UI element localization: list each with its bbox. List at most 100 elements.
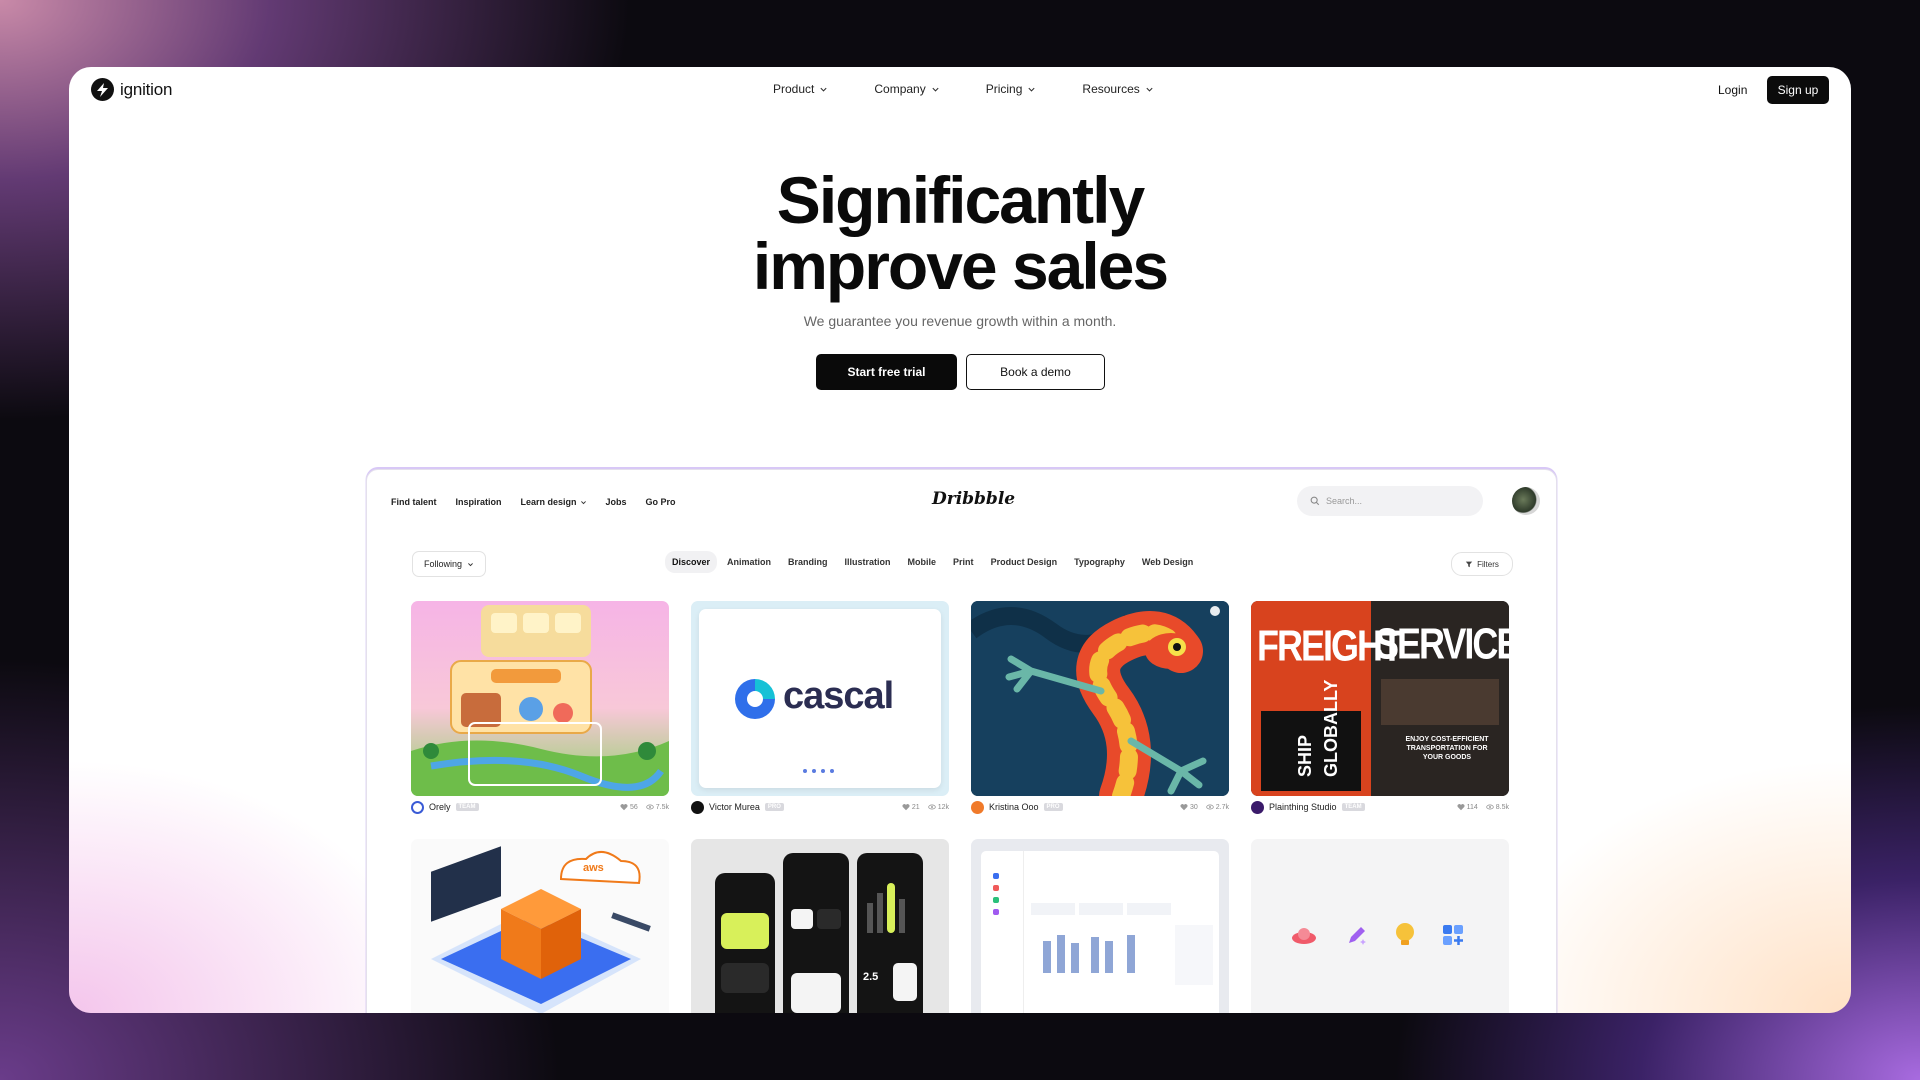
poster-services-text: SERVICES — [1375, 619, 1509, 669]
pro-badge: PRO — [1043, 803, 1063, 811]
nav-company-label: Company — [874, 82, 926, 96]
author-avatar[interactable] — [971, 800, 984, 814]
nav-pricing[interactable]: Pricing — [986, 82, 1037, 96]
brand-name: ignition — [120, 79, 173, 99]
likes[interactable]: 30 — [1180, 803, 1198, 811]
shot-card-dashboard[interactable] — [971, 839, 1229, 1013]
cascal-wordmark: cascal — [783, 675, 894, 717]
nav-resources[interactable]: Resources — [1082, 82, 1153, 96]
phone-mockup-2 — [783, 853, 849, 1013]
phone-mockup-1 — [715, 873, 775, 1013]
tab-product-design[interactable]: Product Design — [984, 551, 1065, 573]
likes-count: 114 — [1466, 803, 1478, 811]
likes[interactable]: 56 — [620, 803, 638, 811]
author-avatar[interactable] — [1251, 800, 1264, 814]
lightbulb-icon — [1396, 923, 1414, 945]
likes-count: 56 — [629, 803, 638, 811]
views-count: 2.7k — [1215, 803, 1229, 811]
author-avatar[interactable] — [691, 800, 704, 814]
pen-sparkle-icon — [1349, 927, 1366, 945]
chevron-down-icon — [1146, 87, 1153, 92]
likes-count: 30 — [1189, 803, 1198, 811]
tab-print[interactable]: Print — [946, 551, 981, 573]
author-name[interactable]: Orely — [429, 802, 451, 812]
hero-title-line-1: Significantly — [776, 163, 1145, 237]
tab-branding[interactable]: Branding — [781, 551, 835, 573]
author-avatar[interactable] — [411, 800, 424, 814]
chevron-down-icon — [932, 87, 939, 92]
brand-logo[interactable]: ignition — [91, 78, 172, 101]
eye-icon — [1486, 804, 1494, 810]
hero-title-line-2: improve sales — [752, 229, 1169, 303]
shot-card-aws[interactable]: aws — [411, 839, 669, 1013]
shot-stats: 30 2.7k — [1180, 803, 1229, 811]
dribbble-nav-learn-design[interactable]: Learn design — [521, 497, 587, 507]
poster-port-photo — [1381, 679, 1499, 725]
following-label: Following — [423, 559, 463, 569]
views: 8.5k — [1486, 803, 1509, 811]
tab-web-design[interactable]: Web Design — [1135, 551, 1200, 573]
author-name[interactable]: Kristina Ooo — [989, 802, 1039, 812]
top-nav: ignition Product Company Pricing Resourc… — [69, 67, 1851, 113]
views: 7.5k — [646, 803, 669, 811]
nav-product-label: Product — [773, 82, 815, 96]
hero-subtitle: We guarantee you revenue growth within a… — [803, 313, 1117, 329]
shot-meta-orely: Orely TEAM 56 7.5k — [411, 800, 669, 814]
eye-icon — [1206, 804, 1214, 810]
following-dropdown[interactable]: Following — [412, 551, 486, 577]
shot-card-mobile-app[interactable]: 2.5 — [691, 839, 949, 1013]
team-badge: TEAM — [455, 803, 479, 811]
shot-thumbnail — [411, 601, 669, 796]
views-count: 12k — [937, 803, 949, 811]
views: 2.7k — [1206, 803, 1229, 811]
phone-mockup-3: 2.5 — [857, 853, 923, 1013]
chevron-down-icon — [468, 562, 473, 566]
start-free-trial-button[interactable]: Start free trial — [816, 354, 957, 390]
views-count: 7.5k — [655, 803, 669, 811]
poster-tagline: ENJOY COST-EFFICIENT TRANSPORTATION FOR … — [1405, 736, 1489, 761]
dribbble-logo[interactable]: Dribbble — [932, 489, 1015, 509]
tab-discover[interactable]: Discover — [665, 551, 718, 573]
dribbble-search-placeholder: Search... — [1326, 496, 1363, 506]
category-tabs: Discover Animation Branding Illustration… — [665, 551, 1203, 573]
shot-card-orely[interactable] — [411, 601, 669, 796]
shot-card-freight[interactable]: FREIGHT SERVICES SHIP GLOBALLY ENJOY COS… — [1251, 601, 1509, 796]
dribbble-nav-jobs[interactable]: Jobs — [606, 497, 627, 507]
chevron-down-icon — [1028, 87, 1035, 92]
nav-pricing-label: Pricing — [985, 82, 1023, 96]
tab-illustration[interactable]: Illustration — [838, 551, 898, 573]
likes[interactable]: 21 — [902, 803, 920, 811]
heart-icon — [1180, 804, 1188, 811]
user-avatar[interactable] — [1512, 487, 1540, 515]
shot-card-icons[interactable] — [1251, 839, 1509, 1013]
tab-animation[interactable]: Animation — [720, 551, 778, 573]
search-icon — [1310, 496, 1320, 506]
author-name[interactable]: Victor Murea — [709, 802, 760, 812]
dribbble-nav-find-talent[interactable]: Find talent — [391, 497, 437, 507]
lightning-bolt-icon — [91, 78, 114, 101]
book-demo-button[interactable]: Book a demo — [966, 354, 1105, 390]
team-badge: TEAM — [1341, 803, 1365, 811]
aws-label: aws — [583, 862, 604, 874]
tab-typography[interactable]: Typography — [1067, 551, 1132, 573]
chevron-down-icon — [580, 500, 586, 504]
shot-card-cascal[interactable]: cascal — [691, 601, 949, 796]
author-name[interactable]: Plainthing Studio — [1269, 802, 1337, 812]
eye-icon — [927, 804, 936, 810]
shot-card-gecko[interactable] — [971, 601, 1229, 796]
dribbble-search-input[interactable]: Search... — [1297, 486, 1483, 516]
views: 12k — [927, 803, 949, 811]
nav-product[interactable]: Product — [773, 82, 828, 96]
login-link[interactable]: Login — [1718, 83, 1747, 97]
signup-button[interactable]: Sign up — [1767, 76, 1829, 104]
dribbble-nav-inspiration[interactable]: Inspiration — [456, 497, 502, 507]
likes[interactable]: 114 — [1457, 803, 1478, 811]
filter-icon — [1465, 561, 1473, 568]
nav-company[interactable]: Company — [874, 82, 939, 96]
chevron-down-icon — [820, 87, 827, 92]
filters-button[interactable]: Filters — [1451, 552, 1513, 576]
dribbble-nav-go-pro[interactable]: Go Pro — [646, 497, 676, 507]
add-apps-icon — [1443, 925, 1463, 945]
shot-meta-victor: Victor Murea PRO 21 12k — [691, 800, 949, 814]
tab-mobile[interactable]: Mobile — [901, 551, 944, 573]
